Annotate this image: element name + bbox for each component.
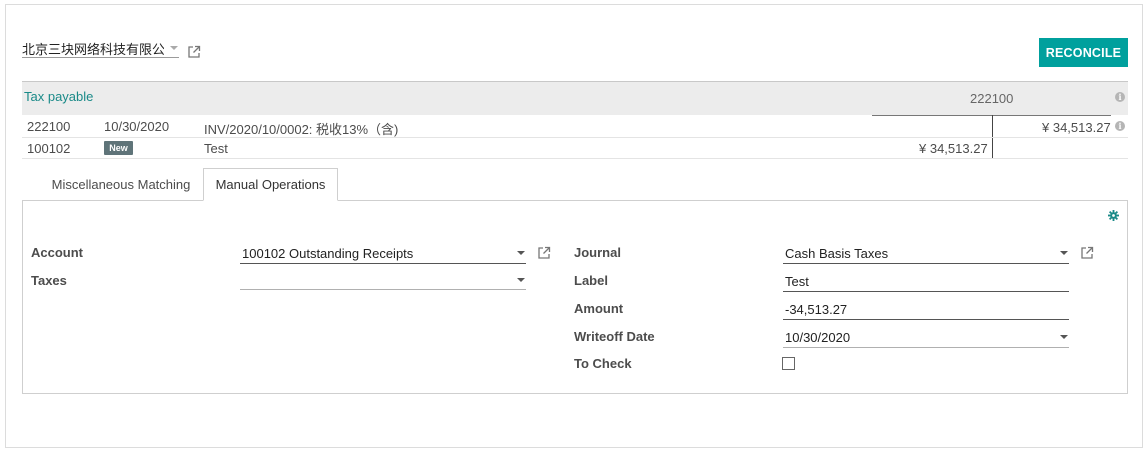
tab-manual-operations[interactable]: Manual Operations xyxy=(203,168,338,201)
journal-label: Journal xyxy=(574,245,621,260)
chevron-down-icon[interactable] xyxy=(1060,251,1068,255)
line-account: 100102 xyxy=(27,141,71,156)
writeoff-date-value: 10/30/2020 xyxy=(785,330,851,345)
label-label: Label xyxy=(574,273,608,288)
external-link-icon[interactable] xyxy=(187,45,201,59)
journal-value: Cash Basis Taxes xyxy=(785,246,889,261)
writeoff-date-label: Writeoff Date xyxy=(574,329,655,344)
taxes-label: Taxes xyxy=(31,273,67,288)
external-link-icon[interactable] xyxy=(537,246,551,260)
line-label: INV/2020/10/0002: 税收13%（含) xyxy=(204,122,399,137)
chevron-down-icon[interactable] xyxy=(1060,335,1068,339)
line-credit[interactable]: ¥ 34,513.27 xyxy=(1042,120,1111,135)
account-code: 222100 xyxy=(970,91,1014,106)
partner-name: 北京三块网络科技有限公司 xyxy=(22,42,164,57)
info-icon[interactable]: i xyxy=(1115,121,1125,131)
account-value: 100102 Outstanding Receipts xyxy=(242,246,414,261)
to-check-checkbox[interactable] xyxy=(782,357,795,370)
line-date: 10/30/2020 xyxy=(104,119,170,134)
account-header-row: Tax payable 222100 xyxy=(22,81,1128,115)
row-divider xyxy=(22,137,1128,138)
amount-value: -34,513.27 xyxy=(785,302,848,317)
chevron-down-icon[interactable] xyxy=(517,251,525,255)
external-link-icon[interactable] xyxy=(1080,246,1094,260)
line-debit[interactable]: ¥ 34,513.27 xyxy=(919,141,988,156)
chevron-down-icon[interactable] xyxy=(170,46,178,50)
gear-icon[interactable] xyxy=(1108,210,1119,221)
account-label: Account xyxy=(31,245,83,260)
to-check-label: To Check xyxy=(574,356,632,371)
taxes-select[interactable] xyxy=(240,268,526,290)
row-divider xyxy=(22,158,1128,159)
journal-select[interactable]: Cash Basis Taxes xyxy=(783,242,1069,264)
line-label: Test xyxy=(204,141,228,156)
reconcile-button[interactable]: RECONCILE xyxy=(1039,38,1128,67)
label-value: Test xyxy=(785,274,809,289)
writeoff-date-input[interactable]: 10/30/2020 xyxy=(783,326,1069,348)
partner-select[interactable]: 北京三块网络科技有限公司 xyxy=(22,38,179,58)
account-select[interactable]: 100102 Outstanding Receipts xyxy=(240,242,526,264)
new-badge: New xyxy=(104,141,133,155)
chevron-down-icon[interactable] xyxy=(517,278,525,282)
amount-label: Amount xyxy=(574,301,624,316)
account-name[interactable]: Tax payable xyxy=(24,89,93,104)
label-input[interactable]: Test xyxy=(783,270,1069,292)
tab-miscellaneous-matching[interactable]: Miscellaneous Matching xyxy=(38,168,204,201)
amount-input[interactable]: -34,513.27 xyxy=(783,298,1069,320)
line-account: 222100 xyxy=(27,119,71,134)
info-icon[interactable]: i xyxy=(1115,92,1125,102)
